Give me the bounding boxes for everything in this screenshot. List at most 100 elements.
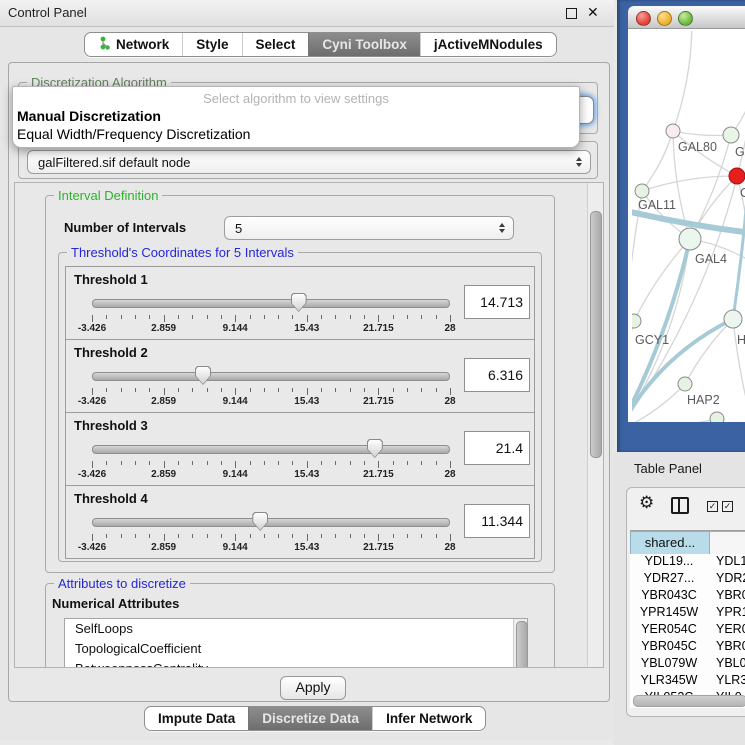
network-edge[interactable] xyxy=(673,131,731,135)
tick-label: 2.859 xyxy=(151,469,176,480)
network-node-c[interactable] xyxy=(729,168,745,184)
threshold-slider[interactable]: -3.4262.8599.14415.4321.71528 xyxy=(92,291,450,335)
threshold-value-field[interactable]: 14.713 xyxy=(464,285,530,319)
tick-mark xyxy=(307,315,308,322)
slider-track[interactable] xyxy=(92,445,450,454)
network-edge[interactable] xyxy=(642,131,673,191)
tick-mark xyxy=(321,388,322,392)
table-header-row: shared... n xyxy=(630,530,745,555)
tick-mark xyxy=(407,315,408,319)
table-row[interactable]: YPR145WYPR1 xyxy=(630,605,745,622)
table-row[interactable]: YDR27...YDR2 xyxy=(630,571,745,588)
settings-scrollbar-thumb[interactable] xyxy=(590,211,602,458)
threshold-value-field[interactable]: 11.344 xyxy=(464,504,530,538)
tick-mark xyxy=(378,534,379,541)
tick-mark xyxy=(92,534,93,541)
tick-mark xyxy=(292,388,293,392)
tick-mark xyxy=(164,534,165,541)
threshold-label: Threshold 1 xyxy=(74,272,148,287)
tab-select[interactable]: Select xyxy=(242,33,309,56)
tick-mark xyxy=(149,534,150,538)
node-label: GA xyxy=(735,145,745,159)
network-edge[interactable] xyxy=(673,31,692,131)
tab-network[interactable]: Network xyxy=(85,33,182,56)
tick-mark xyxy=(264,461,265,465)
threshold-slider[interactable]: -3.4262.8599.14415.4321.71528 xyxy=(92,437,450,481)
tick-label: 21.715 xyxy=(363,323,394,334)
gear-icon[interactable]: ⚙ xyxy=(639,494,654,512)
select-none-checkbox-icon[interactable]: ✓ xyxy=(722,501,733,512)
network-node-h[interactable] xyxy=(724,310,742,328)
split-view-icon[interactable] xyxy=(671,497,689,514)
slider-track[interactable] xyxy=(92,372,450,381)
table-horizontal-scrollbar-thumb[interactable] xyxy=(633,695,745,707)
network-window-titlebar[interactable] xyxy=(628,6,745,29)
tab-impute-data[interactable]: Impute Data xyxy=(145,707,248,730)
table-row[interactable]: YBR045CYBR0 xyxy=(630,639,745,656)
network-node-gcy1[interactable] xyxy=(632,314,641,328)
attribute-list-item[interactable]: SelfLoops xyxy=(65,619,527,639)
tick-mark xyxy=(121,461,122,465)
algorithm-option-equal-width[interactable]: Equal Width/Frequency Discretization xyxy=(13,125,579,143)
table-row[interactable]: YBL079WYBL0 xyxy=(630,656,745,673)
table-row[interactable]: YLR345WYLR3 xyxy=(630,673,745,690)
threshold-value-field[interactable]: 21.4 xyxy=(464,431,530,465)
thresholds-group: Threshold's Coordinates for 5 Intervals … xyxy=(58,252,542,562)
threshold-block: Threshold 3-3.4262.8599.14415.4321.71528… xyxy=(65,412,535,486)
minimize-light[interactable] xyxy=(657,11,672,26)
network-node-hap2[interactable] xyxy=(678,377,692,391)
zoom-light[interactable] xyxy=(678,11,693,26)
tick-mark xyxy=(321,461,322,465)
attributes-scrollbar[interactable] xyxy=(513,619,527,668)
tab-jactivemnodules[interactable]: jActiveMNodules xyxy=(420,33,556,56)
tab-cyni-toolbox[interactable]: Cyni Toolbox xyxy=(308,33,420,56)
network-node-unlabeled[interactable] xyxy=(710,412,724,422)
column-header-shared-name[interactable]: shared... xyxy=(630,531,710,555)
numerical-attributes-list: SelfLoopsTopologicalCoefficientBetweenne… xyxy=(64,618,528,668)
threshold-slider[interactable]: -3.4262.8599.14415.4321.71528 xyxy=(92,510,450,554)
close-light[interactable] xyxy=(636,11,651,26)
slider-handle[interactable] xyxy=(367,439,383,458)
node-label: H xyxy=(737,333,745,347)
tab-infer-network[interactable]: Infer Network xyxy=(372,707,485,730)
slider-handle[interactable] xyxy=(291,293,307,312)
network-edge[interactable] xyxy=(632,419,717,422)
network-edge[interactable] xyxy=(634,239,690,321)
column-header-name[interactable]: n xyxy=(710,531,745,555)
table-row[interactable]: YDL19...YDL1 xyxy=(630,554,745,571)
network-icon xyxy=(98,36,116,54)
table-row[interactable]: YER054CYER0 xyxy=(630,622,745,639)
network-view-canvas[interactable]: GAL80GACGAL11GAL4GCY1HHAP2 xyxy=(628,29,745,422)
tick-mark xyxy=(135,315,136,319)
settings-scrollbar[interactable] xyxy=(587,183,603,667)
threshold-slider[interactable]: -3.4262.8599.14415.4321.71528 xyxy=(92,364,450,408)
tab-style[interactable]: Style xyxy=(182,33,241,56)
number-of-intervals-combobox[interactable]: 5 xyxy=(224,216,514,240)
close-window-icon[interactable]: ✕ xyxy=(587,4,599,21)
tick-mark xyxy=(364,461,365,465)
network-node-gal80[interactable] xyxy=(666,124,680,138)
table-row[interactable]: YBR043CYBR0 xyxy=(630,588,745,605)
table-data-combobox[interactable]: galFiltered.sif default node xyxy=(27,150,591,174)
slider-track[interactable] xyxy=(92,518,450,527)
attribute-list-item[interactable]: TopologicalCoefficient xyxy=(65,639,527,659)
tick-mark xyxy=(264,388,265,392)
slider-handle[interactable] xyxy=(252,512,268,531)
threshold-value-field[interactable]: 6.316 xyxy=(464,358,530,392)
select-all-checkbox-icon[interactable]: ✓ xyxy=(707,501,718,512)
network-edge[interactable] xyxy=(642,176,737,191)
tick-mark xyxy=(436,388,437,392)
network-node-gal4[interactable] xyxy=(679,228,701,250)
attribute-list-item[interactable]: BetweennessCentrality xyxy=(65,659,527,668)
apply-button[interactable]: Apply xyxy=(280,676,346,700)
slider-handle[interactable] xyxy=(195,366,211,385)
slider-track[interactable] xyxy=(92,299,450,308)
network-node-gal11[interactable] xyxy=(635,184,649,198)
algorithm-option-manual[interactable]: Manual Discretization xyxy=(13,107,579,125)
tick-mark xyxy=(192,388,193,392)
attributes-scrollbar-thumb[interactable] xyxy=(516,621,528,668)
network-node-ga[interactable] xyxy=(723,127,739,143)
float-window-icon[interactable] xyxy=(566,8,577,19)
tab-discretize-data[interactable]: Discretize Data xyxy=(248,707,372,730)
network-edge[interactable] xyxy=(685,319,733,384)
